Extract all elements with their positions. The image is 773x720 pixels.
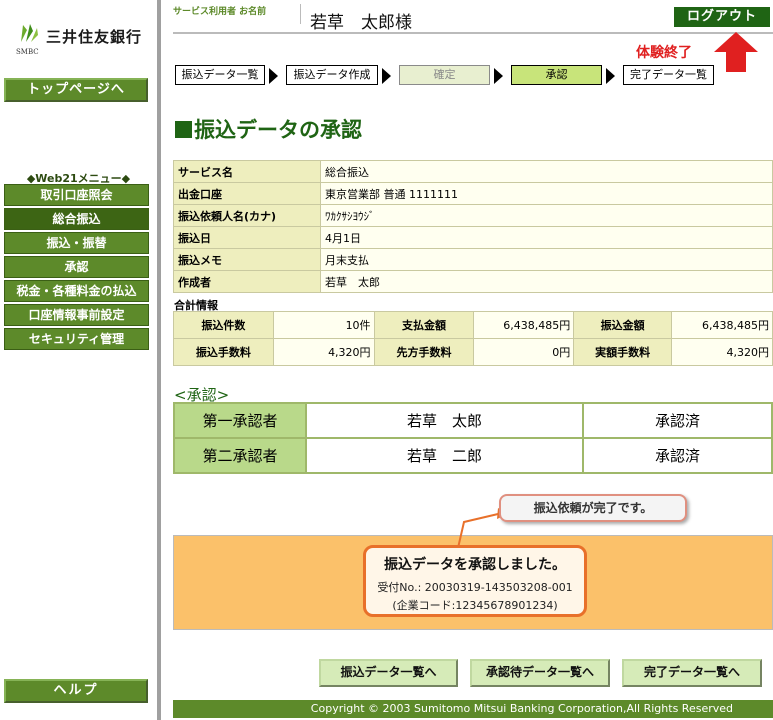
step-transfer-list: 振込データ一覧	[175, 65, 265, 85]
transfer-list-button[interactable]: 振込データ一覧へ	[319, 659, 458, 687]
sidebar-item-transfer[interactable]: 振込・振替	[4, 232, 149, 254]
table-row: 振込依頼人名(カナ) ﾜｶｸｻｼﾖｳｼﾞ	[173, 204, 773, 227]
step-create: 振込データ作成	[286, 65, 378, 85]
step-arrow-icon	[269, 68, 278, 84]
result-message: 振込データを承認しました。	[384, 557, 566, 573]
user-label: サービス利用者 お名前	[173, 7, 267, 17]
table-row: 振込手数料 4,320円 先方手数料 0円 実額手数料 4,320円	[173, 338, 773, 366]
help-button[interactable]: ヘルプ	[4, 679, 148, 703]
pending-list-button[interactable]: 承認待データ一覧へ	[470, 659, 610, 687]
summary-value: 4,320円	[671, 338, 773, 366]
approval-status: 承認済	[582, 402, 773, 439]
summary-value: 6,438,485円	[671, 311, 773, 339]
approver-name: 若草 二郎	[305, 437, 584, 474]
step-completed-list: 完了データ一覧	[623, 65, 714, 85]
info-key: 作成者	[173, 270, 321, 293]
approval-table: 第一承認者 若草 太郎 承認済 第二承認者 若草 二郎 承認済	[173, 402, 773, 474]
experience-end-label[interactable]: 体験終了	[636, 42, 692, 62]
sidebar: SMBC 三井住友銀行 トップページへ ◆Web21メニュー◆ 取引口座照会 総…	[0, 0, 157, 720]
sidebar-item-bulk-transfer[interactable]: 総合振込	[4, 208, 149, 230]
summary-value: 10件	[272, 311, 375, 339]
title-square-icon	[175, 121, 192, 138]
approver-role: 第一承認者	[173, 402, 307, 439]
table-row: 作成者 若草 太郎	[173, 270, 773, 293]
brand-sub: SMBC	[16, 48, 39, 56]
step-arrow-icon	[606, 68, 615, 84]
info-key: サービス名	[173, 160, 321, 183]
table-row: サービス名 総合振込	[173, 160, 773, 183]
summary-key: 支払金額	[373, 311, 475, 339]
top-page-button[interactable]: トップページへ	[4, 78, 148, 102]
info-key: 振込メモ	[173, 248, 321, 271]
table-row: 出金口座 東京営業部 普通 1111111	[173, 182, 773, 205]
sidebar-divider	[157, 0, 161, 720]
table-row: 第二承認者 若草 二郎 承認済	[173, 437, 773, 474]
up-arrow-icon	[714, 32, 758, 72]
approver-name: 若草 太郎	[305, 402, 584, 439]
smbc-leaf-icon	[21, 24, 38, 42]
app-window: SMBC 三井住友銀行 トップページへ ◆Web21メニュー◆ 取引口座照会 総…	[0, 0, 773, 720]
summary-table: 振込件数 10件 支払金額 6,438,485円 振込金額 6,438,485円…	[173, 311, 773, 366]
summary-value: 6,438,485円	[473, 311, 575, 339]
sidebar-item-approval[interactable]: 承認	[4, 256, 149, 278]
completion-bubble: 振込依頼が完了です。	[499, 494, 687, 522]
sidebar-item-account-inquiry[interactable]: 取引口座照会	[4, 184, 149, 206]
sidebar-item-security[interactable]: セキュリティ管理	[4, 328, 149, 350]
page-title-text: 振込データの承認	[194, 118, 362, 142]
info-key: 振込依頼人名(カナ)	[173, 204, 321, 227]
info-key: 出金口座	[173, 182, 321, 205]
logout-button[interactable]: ログアウト	[674, 7, 770, 27]
completed-list-button[interactable]: 完了データ一覧へ	[622, 659, 762, 687]
page-title: 振込データの承認	[175, 114, 362, 144]
result-message-box: 振込データを承認しました。 受付No.: 20030319-143503208-…	[363, 545, 587, 617]
info-key: 振込日	[173, 226, 321, 249]
summary-key: 振込件数	[173, 311, 274, 339]
summary-key: 振込金額	[573, 311, 673, 339]
summary-key: 実額手数料	[573, 338, 673, 366]
company-code: (企業コード:12345678901234)	[392, 599, 558, 612]
info-value: 総合振込	[320, 160, 773, 183]
info-value: 月末支払	[320, 248, 773, 271]
bank-logo: SMBC 三井住友銀行	[14, 20, 154, 60]
brand-name: 三井住友銀行	[46, 28, 143, 46]
summary-key: 振込手数料	[173, 338, 274, 366]
info-value: 4月1日	[320, 226, 773, 249]
summary-value: 0円	[473, 338, 575, 366]
header-divider	[173, 32, 773, 34]
approver-role: 第二承認者	[173, 437, 307, 474]
table-row: 振込件数 10件 支払金額 6,438,485円 振込金額 6,438,485円	[173, 311, 773, 339]
table-row: 振込メモ 月末支払	[173, 248, 773, 271]
transfer-info-table: サービス名 総合振込 出金口座 東京営業部 普通 1111111 振込依頼人名(カナ…	[173, 160, 773, 293]
info-value: 若草 太郎	[320, 270, 773, 293]
receipt-number: 受付No.: 20030319-143503208-001	[377, 581, 573, 594]
table-row: 振込日 4月1日	[173, 226, 773, 249]
user-name: 若草 太郎様	[310, 13, 412, 33]
info-value: ﾜｶｸｻｼﾖｳｼﾞ	[320, 204, 773, 227]
sidebar-menu: 取引口座照会 総合振込 振込・振替 承認 税金・各種料金の払込 口座情報事前設定…	[4, 184, 149, 352]
step-arrow-icon	[494, 68, 503, 84]
summary-value: 4,320円	[272, 338, 375, 366]
approval-status: 承認済	[582, 437, 773, 474]
step-confirm: 確定	[399, 65, 490, 85]
copyright-footer: Copyright © 2003 Sumitomo Mitsui Banking…	[173, 700, 773, 718]
header-separator	[300, 4, 301, 24]
info-value: 東京営業部 普通 1111111	[320, 182, 773, 205]
table-row: 第一承認者 若草 太郎 承認済	[173, 402, 773, 439]
step-arrow-icon	[382, 68, 391, 84]
sidebar-item-account-settings[interactable]: 口座情報事前設定	[4, 304, 149, 326]
sidebar-item-tax-payment[interactable]: 税金・各種料金の払込	[4, 280, 149, 302]
step-approve: 承認	[511, 65, 602, 85]
summary-key: 先方手数料	[373, 338, 475, 366]
